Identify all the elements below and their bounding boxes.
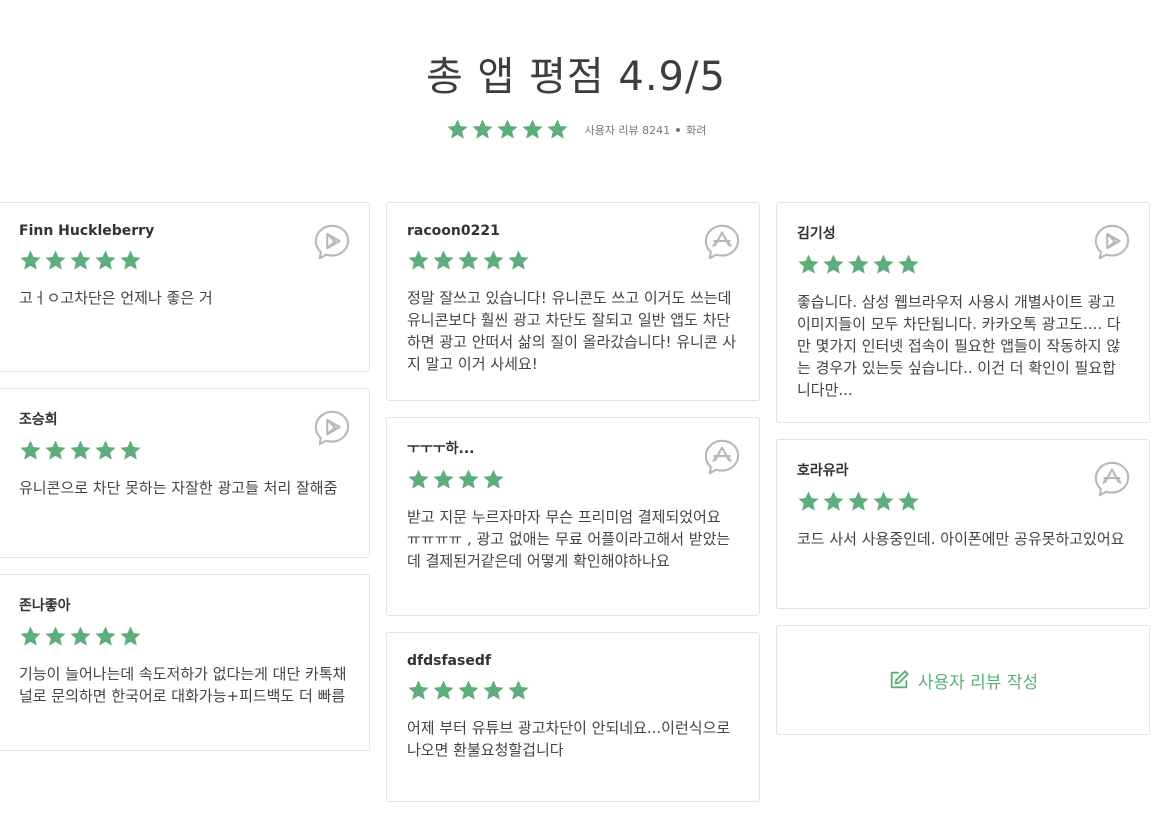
star-icon [69,625,92,648]
star-icon [407,679,430,702]
review-text: 기능이 늘어나는데 속도저하가 없다는게 대단 카톡채널로 문의하면 한국어로 … [19,665,347,705]
star-icon [847,253,870,276]
review-text: 코드 사서 사용중인데. 아이폰에만 공유못하고있어요 [797,530,1125,548]
star-icon [44,439,67,462]
star-icon [897,253,920,276]
star-icon [457,249,480,272]
review-card: 존나좋아 기능이 늘어나는데 속도저하가 없다는게 대단 카톡채널로 문의하면 … [0,574,370,751]
review-card: 조승희 유니콘으로 차단 못하는 자잘한 광고들 처리 잘해줌 [0,388,370,558]
star-icon [94,439,117,462]
star-icon [19,625,42,648]
star-icon [482,679,505,702]
reviewer-name: Finn Huckleberry [19,223,155,239]
star-icon [119,249,142,272]
review-stars [407,468,739,491]
star-icon [482,468,505,491]
review-text: 좋습니다. 삼성 웹브라우저 사용시 개별사이트 광고 이미지들이 모두 차단됩… [797,293,1121,399]
review-text: 어제 부터 유튜브 광고차단이 안되네요...이런식으로 나오면 환불요청할겁니… [407,719,731,759]
rating-word: 화려 [686,123,707,137]
star-icon [482,249,505,272]
app-store-icon [703,223,741,261]
star-icon [432,249,455,272]
edit-icon [888,669,910,691]
review-card: racoon0221 정말 잘쓰고 있습니다! 유니콘도 쓰고 이거도 쓰는데 … [386,202,760,401]
reviewer-name: racoon0221 [407,223,500,239]
summary-stars [446,118,569,141]
rating-summary: 사용자 리뷰 8241 화려 [0,118,1152,141]
star-icon [507,679,530,702]
star-icon [407,249,430,272]
review-stars [797,253,1129,276]
review-card: ㅜㅜㅜ하... 받고 지문 누르자마자 무슨 프리미엄 결제되었어요 ㅠㅠㅠㅠ … [386,417,760,616]
play-store-icon [313,223,351,261]
reviewer-name: 조승희 [19,412,58,428]
review-stars [19,249,349,272]
star-icon [897,490,920,513]
star-icon [822,253,845,276]
summary-meta: 사용자 리뷰 8241 화려 [585,122,707,138]
write-review-button[interactable]: 사용자 리뷰 작성 [776,625,1150,735]
star-icon [822,490,845,513]
write-review-label: 사용자 리뷰 작성 [917,672,1039,693]
review-text: 고ㅓㅇ고차단은 언제나 좋은 거 [19,289,213,307]
review-stars [407,249,739,272]
star-icon [94,625,117,648]
star-icon [797,490,820,513]
star-icon [69,249,92,272]
star-icon [44,249,67,272]
star-icon [847,490,870,513]
star-icon [119,439,142,462]
review-text: 유니콘으로 차단 못하는 자잘한 광고들 처리 잘해줌 [19,479,338,497]
app-store-icon [1093,460,1131,498]
reviewer-name: 김기성 [797,226,836,242]
review-stars [797,490,1129,513]
star-icon [471,118,494,141]
review-stars [19,439,349,462]
star-icon [457,679,480,702]
star-icon [457,468,480,491]
star-icon [872,490,895,513]
play-store-icon [1093,223,1131,261]
app-store-icon [703,438,741,476]
star-icon [69,439,92,462]
star-icon [407,468,430,491]
star-icon [119,625,142,648]
review-card: 호라유라 코드 사서 사용중인데. 아이폰에만 공유못하고있어요 [776,439,1150,609]
review-text: 받고 지문 누르자마자 무슨 프리미엄 결제되었어요 ㅠㅠㅠㅠ , 광고 없애는… [407,508,731,570]
star-icon [19,439,42,462]
play-store-icon [313,409,351,447]
review-text: 정말 잘쓰고 있습니다! 유니콘도 쓰고 이거도 쓰는데 유니콘보다 훨씬 광고… [407,289,737,373]
star-icon [872,253,895,276]
star-icon [19,249,42,272]
star-icon [496,118,519,141]
star-icon [94,249,117,272]
review-card: Finn Huckleberry 고ㅓㅇ고차단은 언제나 좋은 거 [0,202,370,372]
star-icon [546,118,569,141]
review-stars [407,679,739,702]
star-icon [521,118,544,141]
separator-dot [676,127,681,132]
review-stars [19,625,349,648]
star-icon [432,468,455,491]
star-icon [446,118,469,141]
review-card: dfdsfasedf 어제 부터 유튜브 광고차단이 안되네요...이런식으로 … [386,632,760,802]
star-icon [44,625,67,648]
star-icon [507,249,530,272]
reviewer-name: dfdsfasedf [407,653,491,669]
page-title: 총 앱 평점 4.9/5 [426,54,726,100]
review-count: 사용자 리뷰 8241 [584,123,671,137]
star-icon [432,679,455,702]
reviewer-name: ㅜㅜㅜ하... [407,441,475,457]
reviewer-name: 호라유라 [797,463,849,479]
review-card: 김기성 좋습니다. 삼성 웹브라우저 사용시 개별사이트 광고 이미지들이 모두… [776,202,1150,423]
star-icon [797,253,820,276]
reviewer-name: 존나좋아 [19,598,71,614]
